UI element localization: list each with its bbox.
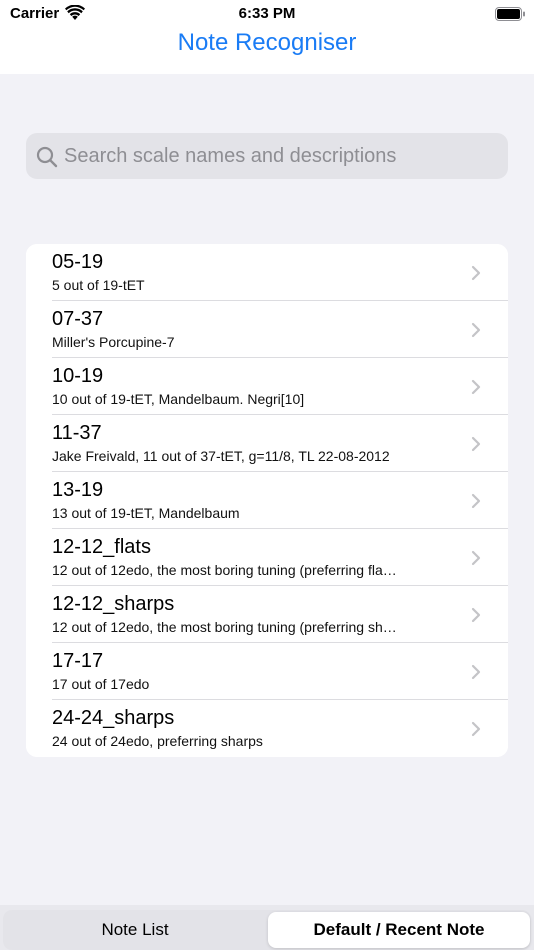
list-item[interactable]: 07-37 Miller's Porcupine-7 bbox=[26, 301, 508, 358]
tab-default-recent-note[interactable]: Default / Recent Note bbox=[268, 912, 530, 948]
scale-title: 11-37 bbox=[52, 422, 102, 444]
chevron-right-icon bbox=[471, 379, 481, 395]
list-item[interactable]: 11-37 Jake Freivald, 11 out of 37-tET, g=… bbox=[26, 415, 508, 472]
clock: 6:33 PM bbox=[238, 5, 296, 22]
scale-description: 12 out of 12edo, the most boring tuning … bbox=[52, 562, 397, 578]
scale-title: 05-19 bbox=[52, 251, 104, 273]
scale-title: 07-37 bbox=[52, 308, 104, 330]
list-item[interactable]: 24-24_sharps 24 out of 24edo, preferring … bbox=[26, 700, 508, 757]
chevron-right-icon bbox=[471, 493, 481, 509]
chevron-right-icon bbox=[471, 664, 481, 680]
search-icon bbox=[36, 146, 58, 168]
scale-title: 12-12_flats bbox=[52, 536, 151, 558]
tab-note-list[interactable]: Note List bbox=[3, 910, 267, 950]
scale-description: 13 out of 19-tET, Mandelbaum bbox=[52, 505, 240, 521]
scale-title: 24-24_sharps bbox=[52, 707, 175, 729]
header: Carrier 6:33 PM Note Recogniser bbox=[0, 0, 534, 74]
segmented-control: Note List Default / Recent Note bbox=[3, 910, 531, 950]
list-item[interactable]: 05-19 5 out of 19-tET bbox=[26, 244, 508, 301]
chevron-right-icon bbox=[471, 322, 481, 338]
scale-description: Jake Freivald, 11 out of 37-tET, g=11/8,… bbox=[52, 448, 390, 464]
nav-title: Note Recogniser bbox=[177, 29, 357, 56]
chevron-right-icon bbox=[471, 607, 481, 623]
chevron-right-icon bbox=[471, 721, 481, 737]
list-item[interactable]: 10-19 10 out of 19-tET, Mandelbaum. Negri… bbox=[26, 358, 508, 415]
scale-description: 24 out of 24edo, preferring sharps bbox=[52, 733, 263, 749]
scale-list: 05-19 5 out of 19-tET 07-37 Miller's Porcup… bbox=[26, 244, 508, 757]
scale-description: 5 out of 19-tET bbox=[52, 277, 145, 293]
chevron-right-icon bbox=[471, 265, 481, 281]
scale-title: 17-17 bbox=[52, 650, 104, 672]
list-item[interactable]: 13-19 13 out of 19-tET, Mandelbaum bbox=[26, 472, 508, 529]
scale-description: 12 out of 12edo, the most boring tuning … bbox=[52, 619, 397, 635]
scale-description: 17 out of 17edo bbox=[52, 676, 150, 692]
scale-description: Miller's Porcupine-7 bbox=[52, 334, 175, 350]
battery-full-icon bbox=[495, 7, 525, 21]
scale-title: 10-19 bbox=[52, 365, 104, 387]
scale-description: 10 out of 19-tET, Mandelbaum. Negri[10] bbox=[52, 391, 305, 407]
list-item[interactable]: 12-12_sharps 12 out of 12edo, the most bo… bbox=[26, 586, 508, 643]
chevron-right-icon bbox=[471, 436, 481, 452]
list-item[interactable]: 12-12_flats 12 out of 12edo, the most bor… bbox=[26, 529, 508, 586]
search-bar[interactable] bbox=[26, 133, 508, 179]
scale-title: 13-19 bbox=[52, 479, 104, 501]
search-input[interactable] bbox=[64, 133, 494, 179]
scale-title: 12-12_sharps bbox=[52, 593, 175, 615]
list-item[interactable]: 17-17 17 out of 17edo bbox=[26, 643, 508, 700]
chevron-right-icon bbox=[471, 550, 481, 566]
tab-bar: Note List Default / Recent Note bbox=[0, 905, 534, 950]
status-bar: Carrier 6:33 PM bbox=[0, 0, 534, 28]
